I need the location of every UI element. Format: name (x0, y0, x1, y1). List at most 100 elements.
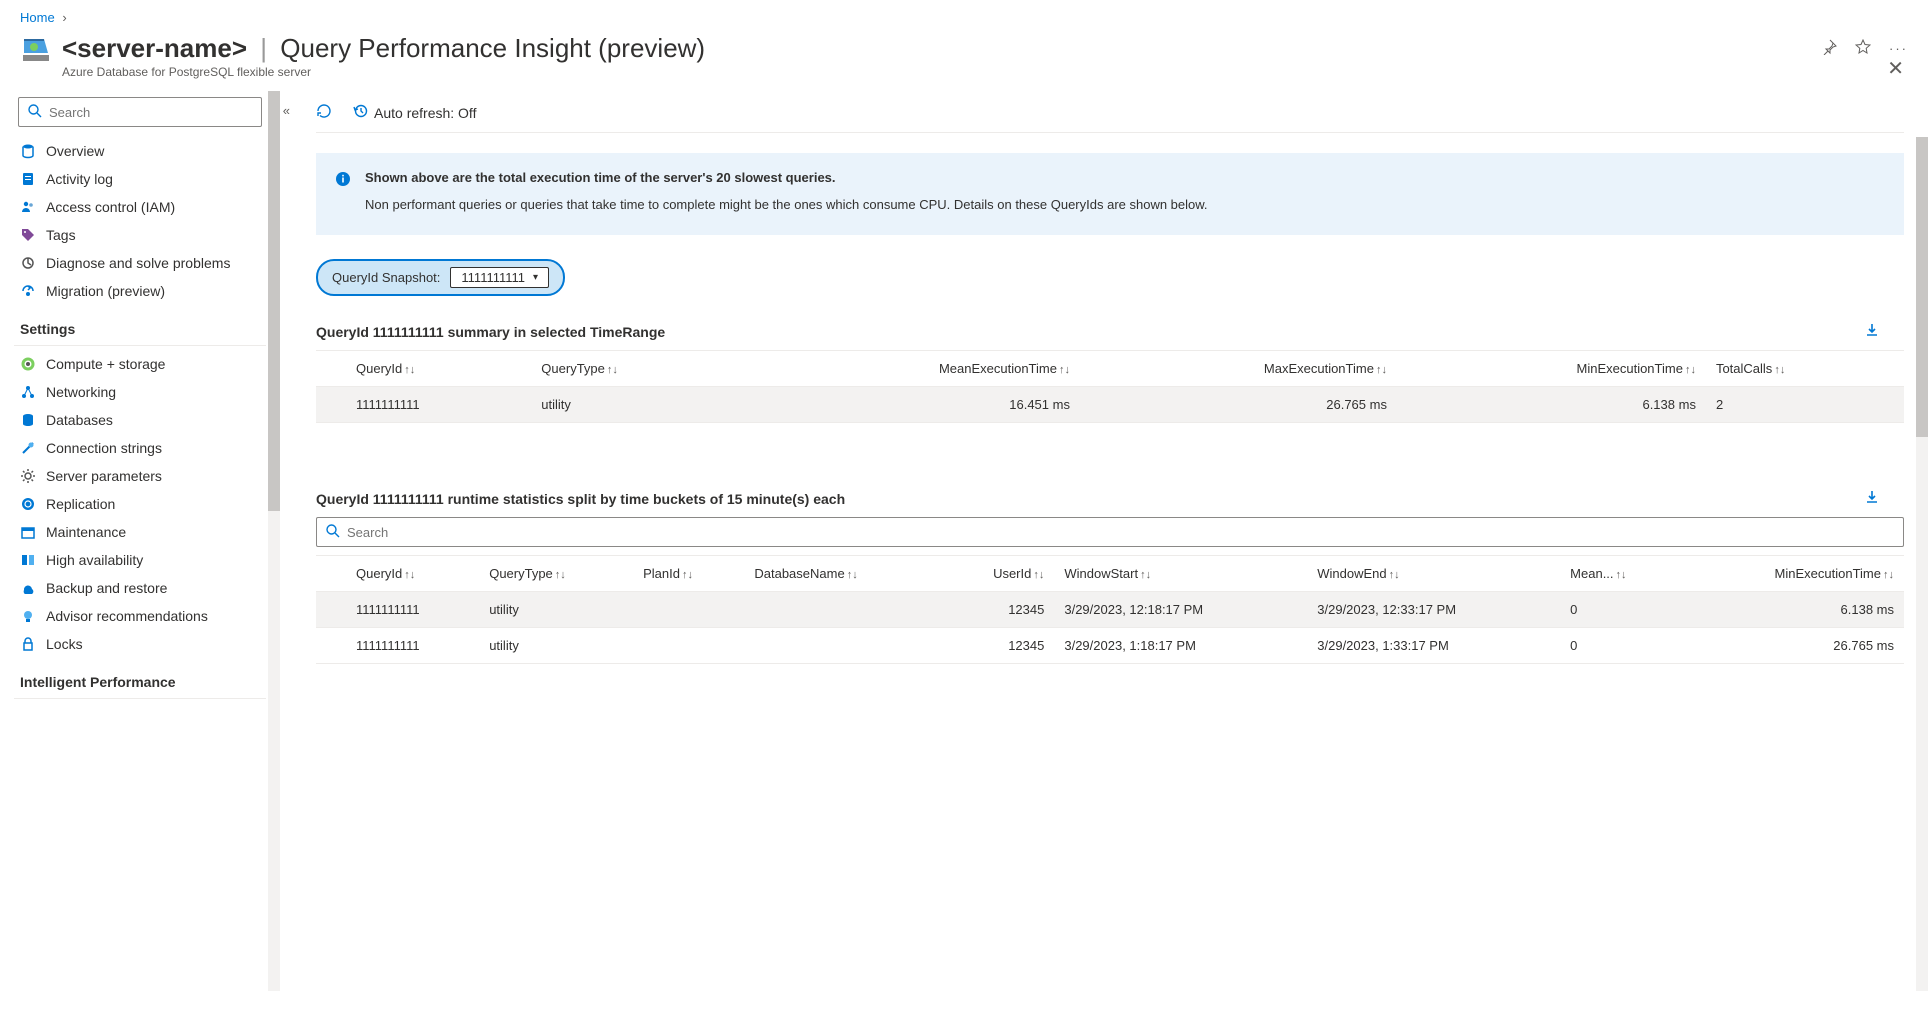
params-icon (20, 468, 36, 484)
close-icon[interactable]: ✕ (1887, 56, 1904, 81)
sidebar-item-label: Activity log (46, 171, 113, 187)
section-settings: Settings (14, 305, 266, 343)
sidebar-item-label: Overview (46, 143, 104, 159)
sort-icon[interactable]: ↑↓ (1774, 364, 1785, 376)
download-icon[interactable] (1864, 489, 1880, 510)
auto-refresh-button[interactable]: Auto refresh: Off (352, 103, 476, 122)
chevron-right-icon: › (62, 10, 66, 25)
info-banner-sub: Non performant queries or queries that t… (365, 197, 1208, 212)
sidebar-item-networking[interactable]: Networking (14, 378, 266, 406)
col-PlanId[interactable]: PlanId↑↓ (633, 556, 744, 592)
cell: 12345 (941, 628, 1055, 664)
sidebar-item-overview[interactable]: Overview (14, 137, 266, 165)
summary-heading: QueryId 1111111111 summary in selected T… (316, 324, 1904, 340)
col-WindowEnd[interactable]: WindowEnd↑↓ (1307, 556, 1560, 592)
sort-icon[interactable]: ↑↓ (1376, 364, 1387, 376)
connection-icon (20, 440, 36, 456)
sidebar-item-replication[interactable]: Replication (14, 490, 266, 518)
sidebar-item-maintenance[interactable]: Maintenance (14, 518, 266, 546)
col-QueryType[interactable]: QueryType↑↓ (479, 556, 633, 592)
sort-icon[interactable]: ↑↓ (404, 569, 415, 581)
sort-icon[interactable]: ↑↓ (1389, 569, 1400, 581)
sort-icon[interactable]: ↑↓ (1883, 569, 1894, 581)
col-MeanExecutionTime[interactable]: MeanExecutionTime↑↓ (745, 351, 1080, 387)
sidebar-item-label: Maintenance (46, 524, 126, 540)
sidebar-item-backup-and-restore[interactable]: Backup and restore (14, 574, 266, 602)
sort-icon[interactable]: ↑↓ (1616, 569, 1627, 581)
col-QueryId[interactable]: QueryId↑↓ (346, 556, 479, 592)
download-icon[interactable] (1864, 322, 1880, 343)
summary-table: QueryId↑↓QueryType↑↓MeanExecutionTime↑↓M… (316, 350, 1904, 423)
col-UserId[interactable]: UserId↑↓ (941, 556, 1055, 592)
sort-icon[interactable]: ↑↓ (404, 364, 415, 376)
page-header: <server-name> | Query Performance Insigh… (0, 25, 1928, 91)
col-MinExecutionTime[interactable]: MinExecutionTime↑↓ (1682, 556, 1904, 592)
runtime-search-input[interactable] (347, 525, 1895, 540)
sidebar: « OverviewActivity logAccess control (IA… (0, 91, 280, 991)
table-row[interactable]: 1111111111utility16.451 ms26.765 ms6.138… (316, 387, 1904, 423)
sidebar-item-diagnose-and-solve-problems[interactable]: Diagnose and solve problems (14, 249, 266, 277)
col-MinExecutionTime[interactable]: MinExecutionTime↑↓ (1397, 351, 1706, 387)
info-banner: Shown above are the total execution time… (316, 153, 1904, 235)
sort-icon[interactable]: ↑↓ (555, 569, 566, 581)
sidebar-item-label: Advisor recommendations (46, 608, 208, 624)
info-icon (335, 171, 351, 212)
col-DatabaseName[interactable]: DatabaseName↑↓ (744, 556, 940, 592)
sidebar-search-input[interactable] (49, 105, 253, 120)
main-scrollbar-thumb[interactable] (1916, 137, 1928, 437)
sidebar-item-activity-log[interactable]: Activity log (14, 165, 266, 193)
cell: utility (479, 628, 633, 664)
snapshot-dropdown[interactable]: 1111111111 ▾ (450, 267, 549, 288)
sidebar-item-advisor-recommendations[interactable]: Advisor recommendations (14, 602, 266, 630)
sidebar-item-compute-storage[interactable]: Compute + storage (14, 350, 266, 378)
table-row[interactable]: 1111111111utility123453/29/2023, 12:18:1… (316, 592, 1904, 628)
cell: 3/29/2023, 1:33:17 PM (1307, 628, 1560, 664)
col-WindowStart[interactable]: WindowStart↑↓ (1054, 556, 1307, 592)
sidebar-item-server-parameters[interactable]: Server parameters (14, 462, 266, 490)
sidebar-item-label: Compute + storage (46, 356, 165, 372)
sort-icon[interactable]: ↑↓ (607, 364, 618, 376)
maintenance-icon (20, 524, 36, 540)
sidebar-scrollbar-thumb[interactable] (268, 91, 280, 511)
refresh-button[interactable] (316, 103, 332, 122)
sidebar-item-locks[interactable]: Locks (14, 630, 266, 658)
main-scrollbar[interactable] (1916, 137, 1928, 991)
history-icon (352, 103, 368, 122)
sidebar-item-label: Diagnose and solve problems (46, 255, 230, 271)
cell (633, 592, 744, 628)
pin-icon[interactable] (1821, 39, 1837, 58)
sort-icon[interactable]: ↑↓ (1685, 364, 1696, 376)
sort-icon[interactable]: ↑↓ (1033, 569, 1044, 581)
sidebar-item-connection-strings[interactable]: Connection strings (14, 434, 266, 462)
breadcrumb-home[interactable]: Home (20, 10, 55, 25)
sidebar-item-access-control-iam-[interactable]: Access control (IAM) (14, 193, 266, 221)
sort-icon[interactable]: ↑↓ (1059, 364, 1070, 376)
col-QueryId[interactable]: QueryId↑↓ (346, 351, 531, 387)
sidebar-item-high-availability[interactable]: High availability (14, 546, 266, 574)
runtime-search[interactable] (316, 517, 1904, 547)
col-Mean[interactable]: Mean...↑↓ (1560, 556, 1682, 592)
more-icon[interactable]: ··· (1889, 41, 1908, 56)
main-content: Auto refresh: Off Shown above are the to… (280, 91, 1928, 991)
sidebar-search[interactable] (18, 97, 262, 127)
auto-refresh-label: Auto refresh: Off (374, 105, 476, 121)
resource-type-subtitle: Azure Database for PostgreSQL flexible s… (62, 65, 1807, 79)
sidebar-item-migration-preview-[interactable]: Migration (preview) (14, 277, 266, 305)
col-MaxExecutionTime[interactable]: MaxExecutionTime↑↓ (1080, 351, 1397, 387)
sort-icon[interactable]: ↑↓ (1140, 569, 1151, 581)
star-icon[interactable] (1855, 39, 1871, 58)
sort-icon[interactable]: ↑↓ (682, 569, 693, 581)
col-QueryType[interactable]: QueryType↑↓ (531, 351, 745, 387)
sidebar-scrollbar[interactable] (268, 91, 280, 991)
sort-icon[interactable]: ↑↓ (847, 569, 858, 581)
col-TotalCalls[interactable]: TotalCalls↑↓ (1706, 351, 1904, 387)
queryid-snapshot-pill: QueryId Snapshot: 1111111111 ▾ (316, 259, 565, 296)
sidebar-item-tags[interactable]: Tags (14, 221, 266, 249)
diagnose-icon (20, 255, 36, 271)
cell: 16.451 ms (745, 387, 1080, 423)
sidebar-item-databases[interactable]: Databases (14, 406, 266, 434)
highavail-icon (20, 552, 36, 568)
replication-icon (20, 496, 36, 512)
table-row[interactable]: 1111111111utility123453/29/2023, 1:18:17… (316, 628, 1904, 664)
cell: utility (479, 592, 633, 628)
